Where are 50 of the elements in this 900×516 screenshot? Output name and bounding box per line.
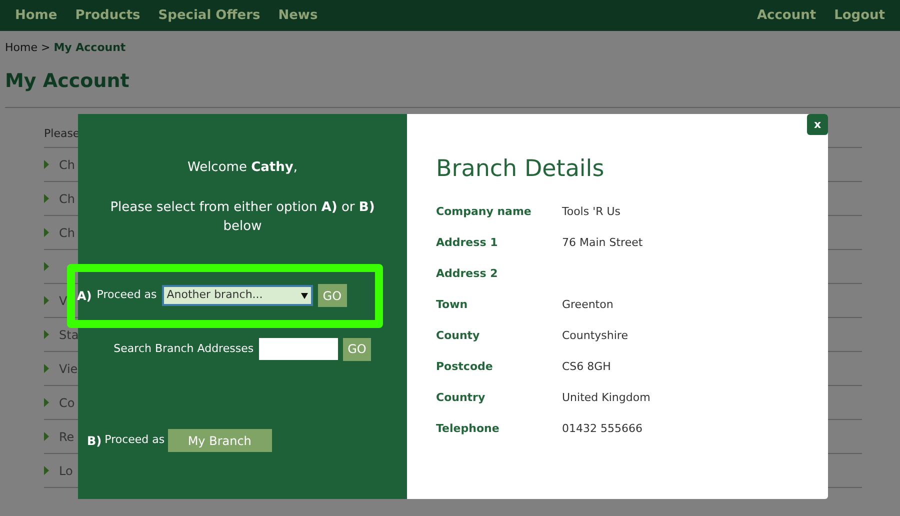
go-button[interactable]: GO xyxy=(318,284,347,307)
nav-link[interactable]: Home xyxy=(15,6,58,26)
field-label: Company name xyxy=(436,204,532,220)
menu-item-text[interactable]: V xyxy=(59,292,68,310)
field-label: County xyxy=(436,328,481,344)
nav-link[interactable]: News xyxy=(278,6,318,26)
breadcrumb-separator: > xyxy=(40,41,52,54)
field-label: Address 2 xyxy=(436,266,499,282)
option-marker: A) xyxy=(77,288,92,304)
field-label: Country xyxy=(436,390,486,406)
caret-icon xyxy=(300,292,308,298)
instruction-text: Please select from either option A) or B) below xyxy=(109,198,376,236)
field-value: Greenton xyxy=(562,296,614,313)
breadcrumb-link[interactable]: Home xyxy=(5,41,38,54)
menu-intro-text: Please xyxy=(44,127,80,140)
field-label: Telephone xyxy=(436,420,500,437)
option-marker: B) xyxy=(87,432,102,450)
field-value: Countyshire xyxy=(562,328,628,344)
nav-link[interactable]: Account xyxy=(756,6,816,26)
page-title: My Account xyxy=(5,69,130,94)
menu-item-text[interactable]: Ch xyxy=(59,190,75,208)
field-value: Tools 'R Us xyxy=(562,204,621,220)
welcome-text: Welcome Cathy, xyxy=(186,159,298,177)
nav-link[interactable]: Products xyxy=(75,6,140,26)
breadcrumb-current: My Account xyxy=(54,41,126,54)
menu-item-text[interactable]: Vie xyxy=(59,360,78,378)
field-value: United Kingdom xyxy=(562,390,650,406)
field-label: Town xyxy=(436,296,469,313)
nav-link[interactable]: Special Offers xyxy=(158,6,260,26)
go-button[interactable]: GO xyxy=(342,338,372,360)
field-label: Postcode xyxy=(436,358,494,375)
close-button[interactable]: x xyxy=(807,114,828,135)
details-title: Branch Details xyxy=(436,156,606,184)
proceed-label: Proceed as xyxy=(96,287,157,304)
field-value: CS6 8GH xyxy=(562,358,611,375)
field-value: 76 Main Street xyxy=(562,234,643,251)
my-branch-button[interactable]: My Branch xyxy=(168,429,272,452)
menu-item-text[interactable]: Co xyxy=(59,394,75,412)
menu-item-text[interactable]: Sta xyxy=(59,326,79,344)
field-value: 01432 555666 xyxy=(562,420,642,437)
menu-item-text[interactable]: Ch xyxy=(59,224,75,242)
menu-item-text[interactable]: Lo xyxy=(59,462,73,480)
menu-item-text[interactable]: Re xyxy=(59,428,74,446)
field-label: Address 1 xyxy=(436,234,499,251)
nav-link[interactable]: Logout xyxy=(834,6,885,26)
branch-select[interactable]: Another branch... xyxy=(162,285,313,306)
search-field[interactable] xyxy=(258,338,338,360)
proceed-label: Proceed as xyxy=(104,432,165,448)
search-label: Search Branch Addresses xyxy=(114,340,254,357)
menu-item-text[interactable]: Ch xyxy=(59,156,75,174)
